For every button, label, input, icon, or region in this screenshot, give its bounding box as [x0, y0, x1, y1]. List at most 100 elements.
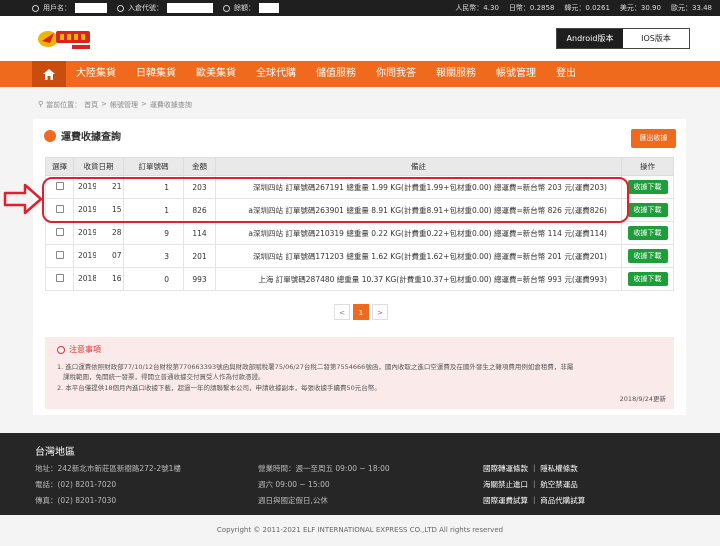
balance-masked — [259, 3, 279, 13]
pager-next-button[interactable]: > — [372, 304, 388, 320]
nav-logout[interactable]: 登出 — [546, 61, 586, 87]
download-receipt-button[interactable]: 收據下載 — [627, 203, 668, 217]
download-receipt-button[interactable]: 收據下載 — [627, 249, 668, 263]
breadcrumb-account[interactable]: 帳號管理 — [110, 100, 138, 110]
footer-hours-closed: 週日與國定假日,公休 — [258, 496, 328, 505]
nav-customs-service[interactable]: 報關服務 — [426, 61, 486, 87]
user-icon — [32, 4, 39, 12]
receipt-panel: 運費收據查詢 匯出收據 選擇 收貨日期 訂單號碼 金額 備註 操作 2019 21… — [33, 119, 686, 415]
balance-label: 餘額： — [234, 4, 255, 12]
home-button[interactable] — [32, 61, 66, 87]
table-row: 2019 07 3 201 深圳四站 訂單號碼171203 總重量 1.62 KG… — [45, 244, 674, 268]
download-receipt-button[interactable]: 收據下載 — [627, 226, 668, 240]
nav-global-purchasing[interactable]: 全球代購 — [246, 61, 306, 87]
order-cell: 9 — [123, 221, 184, 245]
breadcrumb: ⚲ 當前位置： 首頁 > 帳號管理 > 運費收據查詢 — [38, 100, 192, 110]
breadcrumb-separator: > — [141, 100, 147, 108]
ios-app-button[interactable]: IOS版本 — [623, 29, 689, 48]
storage-code-label: 入倉代號： — [128, 4, 163, 12]
nav-china-consolidation[interactable]: 大陸集貨 — [66, 61, 126, 87]
top-info-bar: 用戶名： 入倉代號： 餘額： 人民幣：4.30 日幣：0.2858 韓元：0.0… — [0, 0, 720, 16]
download-receipt-button[interactable]: 收據下載 — [627, 180, 668, 194]
pagination: < 1 > — [334, 304, 388, 320]
date-cell: 2018 16 — [73, 267, 124, 291]
site-footer: 台灣地區 地址：242新北市新莊區新樹路272-2號1樓 電話：(02) 820… — [0, 433, 720, 515]
breadcrumb-home[interactable]: 首頁 — [84, 100, 98, 110]
amount-cell: 114 — [183, 221, 216, 245]
breadcrumb-separator: > — [101, 100, 108, 108]
row-checkbox[interactable] — [55, 228, 64, 236]
table-header-row: 選擇 收貨日期 訂單號碼 金額 備註 操作 — [45, 157, 674, 176]
col-action: 操作 — [621, 157, 674, 176]
copyright: Copyright © 2011-2021 ELF INTERNATIONAL … — [0, 515, 720, 546]
page-title-text: 運費收據查詢 — [61, 132, 121, 143]
notice-line-2: 2. 本平台僅提供18個月內進口收據下載，超過一年的請聯繫本公司，申請收據副本，… — [57, 384, 381, 392]
breadcrumb-current: 運費收據查詢 — [149, 101, 192, 109]
main-nav: 大陸集貨 日韓集貨 歐美集貨 全球代購 儲值服務 你問我答 報關服務 帳號管理 … — [0, 61, 720, 87]
download-receipt-button[interactable]: 收據下載 — [627, 272, 668, 286]
col-amount: 金額 — [183, 157, 216, 176]
row-checkbox[interactable] — [55, 251, 64, 259]
nav-account-management[interactable]: 帳號管理 — [486, 61, 546, 87]
footer-links: 國際轉運條款 ｜ 隱私權條款 海關禁止進口 ｜ 航空禁運品 國際運費試算 ｜ 商… — [483, 461, 585, 509]
storage-code-masked — [167, 3, 213, 13]
android-app-button[interactable]: Android版本 — [557, 29, 623, 48]
site-header: Android版本 IOS版本 — [0, 16, 720, 61]
date-cell: 2019 07 — [73, 244, 124, 268]
footer-fax: 傳真：(02) 8201-7030 — [35, 496, 117, 505]
annotation-highlight-box — [42, 177, 629, 223]
notice-box: 注意事項 1. 進口運費依照財政部77/10/12台財稅第770663393號函… — [45, 337, 674, 409]
page-title: 運費收據查詢 — [44, 128, 121, 143]
notice-line-1b: 課稅範圍，免開統一發票，得開立普通收據交付買受人作為付款憑證。 — [63, 373, 265, 381]
table-row: 2018 16 0 993 上海 訂單號碼287480 總重量 10.37 KG(… — [45, 267, 674, 291]
footer-contact: 地址：242新北市新莊區新樹路272-2號1樓 電話：(02) 8201-702… — [35, 461, 181, 509]
home-icon — [43, 68, 55, 80]
footer-link-terms[interactable]: 國際轉運條款 ｜ 隱私權條款 — [483, 461, 585, 477]
amount-cell: 993 — [183, 267, 216, 291]
username-value-masked — [75, 3, 107, 13]
rate-usd: 美元：30.90 — [619, 4, 661, 12]
annotation-arrow-icon — [3, 183, 43, 215]
row-checkbox[interactable] — [55, 274, 64, 282]
footer-link-prohibited[interactable]: 海關禁止進口 ｜ 航空禁運品 — [483, 477, 585, 493]
footer-title: 台灣地區 — [35, 447, 75, 458]
wallet-icon — [223, 4, 230, 12]
breadcrumb-prefix: 當前位置： — [46, 101, 82, 109]
nav-faq[interactable]: 你問我答 — [366, 61, 426, 87]
remark-cell: 深圳四站 訂單號碼171203 總重量 1.62 KG(計費重1.62+包材重0… — [215, 244, 622, 268]
exchange-rates: 人民幣：4.30 日幣：0.2858 韓元：0.0261 美元：30.90 歐元… — [455, 3, 712, 13]
col-date: 收貨日期 — [73, 157, 124, 176]
footer-phone: 電話：(02) 8201-7020 — [35, 480, 117, 489]
nav-japan-korea-consolidation[interactable]: 日韓集貨 — [126, 61, 186, 87]
nav-top-up[interactable]: 儲值服務 — [306, 61, 366, 87]
export-receipts-button[interactable]: 匯出收據 — [631, 129, 676, 148]
location-icon: ⚲ — [38, 100, 44, 108]
alert-icon — [57, 345, 65, 354]
account-info: 用戶名： 入倉代號： 餘額： — [32, 3, 279, 13]
footer-link-calculators[interactable]: 國際運費試算 ｜ 商品代購試算 — [483, 493, 585, 509]
site-logo[interactable] — [36, 23, 92, 53]
pager-current-page[interactable]: 1 — [353, 304, 369, 320]
nav-europe-us-consolidation[interactable]: 歐美集貨 — [186, 61, 246, 87]
notice-line-1: 1. 進口運費依照財政部77/10/12台財稅第770663393號函與財政部賦… — [57, 363, 574, 371]
table-row: 2019 28 9 114 a深圳四站 訂單號碼210319 總重量 0.22 K… — [45, 221, 674, 245]
tag-icon — [117, 4, 124, 12]
order-cell: 3 — [123, 244, 184, 268]
pager-prev-button[interactable]: < — [334, 304, 350, 320]
col-select: 選擇 — [45, 157, 74, 176]
footer-address: 地址：242新北市新莊區新樹路272-2號1樓 — [35, 464, 181, 473]
receipt-icon — [44, 129, 56, 142]
footer-hours-saturday: 週六 09:00 ~ 15:00 — [258, 480, 330, 489]
remark-cell: 上海 訂單號碼287480 總重量 10.37 KG(計費重10.37+包材重0… — [215, 267, 622, 291]
footer-hours-weekday: 營業時間：週一至周五 09:00 ~ 18:00 — [258, 464, 390, 473]
footer-hours: 營業時間：週一至周五 09:00 ~ 18:00 週六 09:00 ~ 15:0… — [258, 461, 390, 509]
rate-cny: 人民幣：4.30 — [455, 4, 499, 12]
notice-update-date: 2018/9/24更新 — [619, 395, 666, 403]
username-label: 用戶名： — [43, 4, 71, 12]
col-remark: 備註 — [215, 157, 622, 176]
date-cell: 2019 28 — [73, 221, 124, 245]
remark-cell: a深圳四站 訂單號碼210319 總重量 0.22 KG(計費重0.22+包材重… — [215, 221, 622, 245]
rate-jpy: 日幣：0.2858 — [508, 4, 555, 12]
rate-eur: 歐元：33.48 — [670, 4, 712, 12]
app-download-buttons: Android版本 IOS版本 — [556, 28, 690, 49]
